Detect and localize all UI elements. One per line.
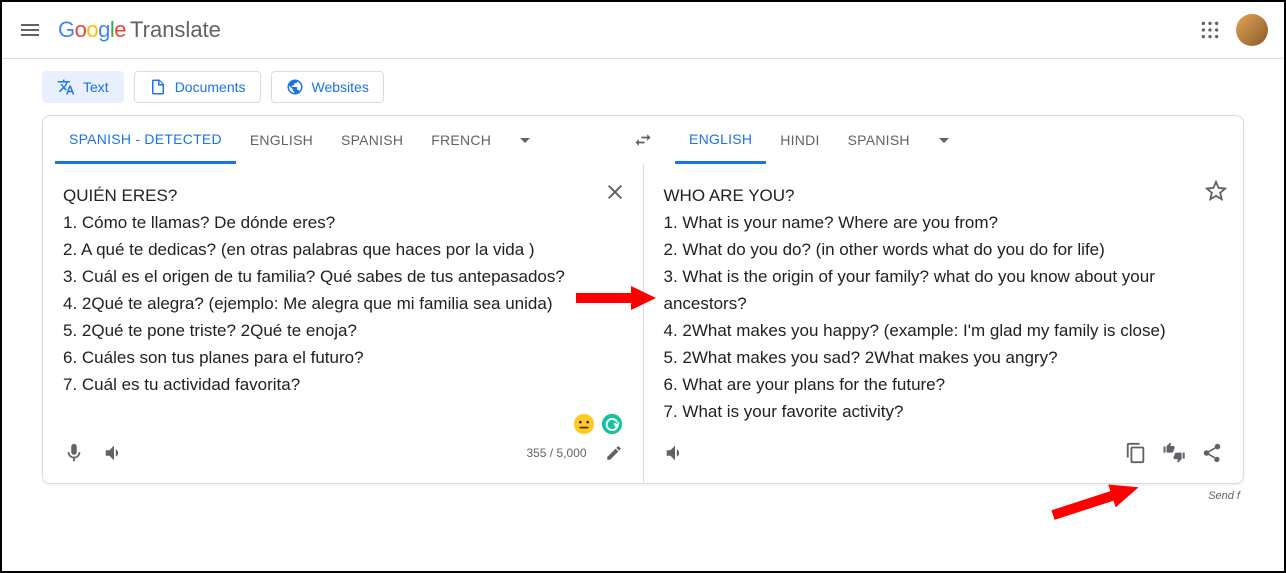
target-lang-spanish[interactable]: SPANISH xyxy=(834,116,924,164)
inline-suggestions xyxy=(573,413,623,435)
edit-icon[interactable] xyxy=(605,444,623,462)
clear-input-icon[interactable] xyxy=(603,180,627,204)
translate-card: SPANISH - DETECTED ENGLISH SPANISH FRENC… xyxy=(42,115,1244,484)
source-footer: 355 / 5,000 xyxy=(63,433,623,473)
listen-target-icon[interactable] xyxy=(664,442,686,464)
mic-icon[interactable] xyxy=(63,442,85,464)
target-footer xyxy=(664,433,1224,473)
listen-source-icon[interactable] xyxy=(103,442,125,464)
copy-translation-icon[interactable] xyxy=(1125,442,1147,464)
char-count: 355 / 5,000 xyxy=(526,446,586,460)
save-translation-icon[interactable] xyxy=(1205,180,1227,202)
mode-documents-tab[interactable]: Documents xyxy=(134,71,261,103)
send-feedback-label[interactable]: Send f xyxy=(2,490,1240,502)
target-lang-tabs: ENGLISH HINDI SPANISH xyxy=(663,116,1243,164)
mode-text-tab[interactable]: Text xyxy=(42,71,124,103)
target-panel: WHO ARE YOU? 1. What is your name? Where… xyxy=(644,164,1244,483)
document-icon xyxy=(149,78,167,96)
swap-icon xyxy=(633,130,653,150)
target-text: WHO ARE YOU? 1. What is your name? Where… xyxy=(664,182,1224,425)
globe-icon xyxy=(286,78,304,96)
mode-tabs: Text Documents Websites xyxy=(2,59,1284,115)
translate-icon xyxy=(57,78,75,96)
target-more-langs-icon[interactable] xyxy=(932,128,956,152)
source-lang-detected[interactable]: SPANISH - DETECTED xyxy=(55,116,236,164)
mode-text-label: Text xyxy=(83,79,109,95)
source-more-langs-icon[interactable] xyxy=(513,128,537,152)
source-panel: QUIÉN ERES? 1. Cómo te llamas? De dónde … xyxy=(43,164,644,483)
source-text[interactable]: QUIÉN ERES? 1. Cómo te llamas? De dónde … xyxy=(63,182,623,425)
app-header: Google Translate xyxy=(2,2,1284,58)
share-translation-icon[interactable] xyxy=(1201,442,1223,464)
menu-icon[interactable] xyxy=(18,18,42,42)
language-bar: SPANISH - DETECTED ENGLISH SPANISH FRENC… xyxy=(43,116,1243,164)
app-logo[interactable]: Google Translate xyxy=(58,17,221,43)
mode-websites-tab[interactable]: Websites xyxy=(271,71,384,103)
target-lang-hindi[interactable]: HINDI xyxy=(766,116,833,164)
source-lang-english[interactable]: ENGLISH xyxy=(236,116,327,164)
source-lang-spanish[interactable]: SPANISH xyxy=(327,116,417,164)
neutral-face-emoji-icon xyxy=(573,413,595,435)
product-name: Translate xyxy=(130,17,221,43)
source-lang-tabs: SPANISH - DETECTED ENGLISH SPANISH FRENC… xyxy=(43,116,623,164)
source-lang-french[interactable]: FRENCH xyxy=(417,116,505,164)
apps-icon[interactable] xyxy=(1200,20,1220,40)
user-avatar[interactable] xyxy=(1236,14,1268,46)
mode-documents-label: Documents xyxy=(175,79,246,95)
rate-translation-icon[interactable] xyxy=(1163,442,1185,464)
target-lang-english[interactable]: ENGLISH xyxy=(675,116,766,164)
swap-languages-button[interactable] xyxy=(623,130,663,150)
grammarly-icon[interactable] xyxy=(601,413,623,435)
mode-websites-label: Websites xyxy=(312,79,369,95)
